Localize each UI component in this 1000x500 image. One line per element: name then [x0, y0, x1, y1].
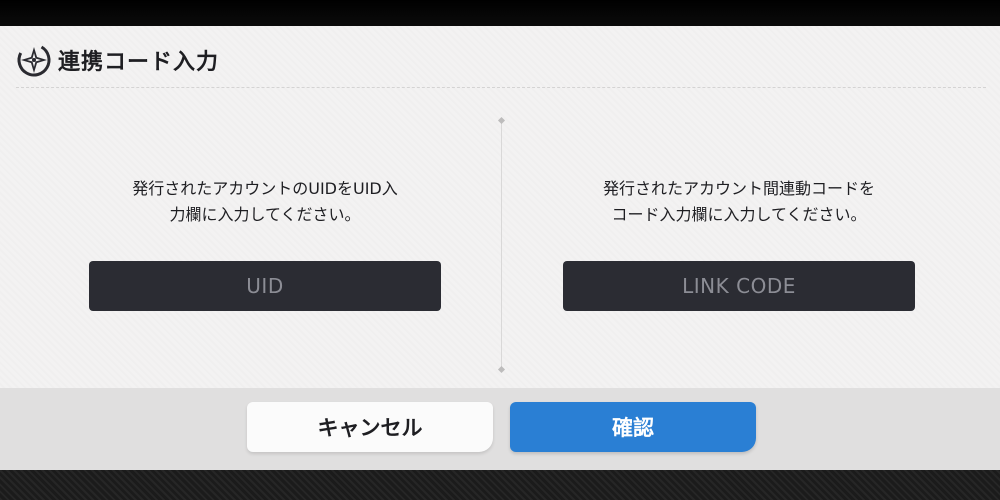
link-code-panel: 発行されたアカウント間連動コードを コード入力欄に入力してください。 LINK …: [534, 116, 944, 386]
dialog-header: 連携コード入力: [16, 40, 219, 80]
compass-star-icon: [17, 43, 51, 77]
divider-cap-bottom: [497, 365, 506, 374]
link-code-dialog: 連携コード入力 発行されたアカウントのUIDをUID入 力欄に入力してください。…: [0, 26, 1000, 470]
divider-cap-top: [497, 116, 506, 125]
uid-input[interactable]: UID: [89, 261, 441, 311]
uid-instruction-line2: 力欄に入力してください。: [169, 205, 361, 224]
dialog-footer: キャンセル 確認: [0, 388, 1000, 470]
link-code-instruction-line1: 発行されたアカウント間連動コードを: [602, 179, 875, 198]
panel-divider: [497, 116, 506, 374]
bottom-frame-band: [0, 470, 1000, 500]
uid-instruction-line1: 発行されたアカウントのUIDをUID入: [132, 179, 398, 198]
uid-instruction: 発行されたアカウントのUIDをUID入 力欄に入力してください。: [60, 176, 470, 228]
link-code-input-placeholder: LINK CODE: [682, 274, 796, 298]
cancel-button[interactable]: キャンセル: [247, 402, 493, 452]
link-code-instruction-line2: コード入力欄に入力してください。: [611, 205, 867, 224]
header-divider: [16, 87, 986, 88]
confirm-button[interactable]: 確認: [510, 402, 756, 452]
link-code-input[interactable]: LINK CODE: [563, 261, 915, 311]
dialog-title: 連携コード入力: [58, 50, 220, 75]
uid-input-placeholder: UID: [246, 274, 284, 298]
uid-panel: 発行されたアカウントのUIDをUID入 力欄に入力してください。 UID: [60, 116, 470, 386]
top-frame-band: [0, 0, 1000, 26]
link-code-instruction: 発行されたアカウント間連動コードを コード入力欄に入力してください。: [534, 176, 944, 228]
